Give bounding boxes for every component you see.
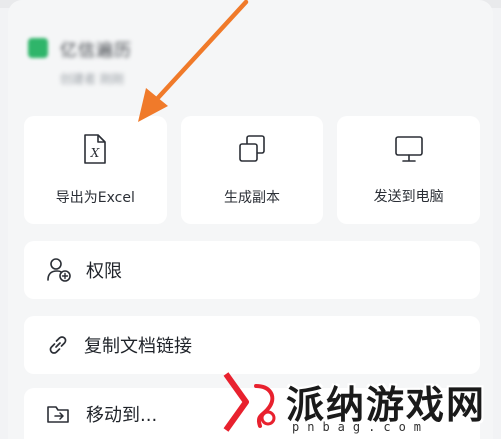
send-to-computer-label: 发送到电脑 <box>373 189 444 205</box>
monitor-icon <box>394 136 423 162</box>
file-meta: 创建者 刚刚 <box>60 72 124 86</box>
export-excel-label: 导出为Excel <box>55 190 135 206</box>
copy-link-item[interactable]: 复制文档链接 <box>24 316 480 374</box>
quick-actions: X 导出为Excel 生成副本 发送到电脑 <box>24 116 481 224</box>
move-to-item[interactable]: 移动到... <box>24 388 480 439</box>
duplicate-button[interactable]: 生成副本 <box>180 116 324 224</box>
permissions-label: 权限 <box>86 261 122 282</box>
duplicate-icon <box>239 135 265 162</box>
folder-move-icon <box>47 405 69 423</box>
svg-text:X: X <box>90 146 100 160</box>
link-icon <box>49 336 67 354</box>
sheet-file-icon <box>28 38 48 58</box>
send-to-computer-button[interactable]: 发送到电脑 <box>337 116 481 224</box>
export-excel-button[interactable]: X 导出为Excel <box>24 116 167 224</box>
file-name: 亿信遍历 <box>60 41 132 61</box>
permissions-item[interactable]: 权限 <box>24 241 480 299</box>
excel-file-icon: X <box>84 134 107 164</box>
move-to-label: 移动到... <box>86 404 158 426</box>
user-add-icon <box>47 258 71 282</box>
duplicate-label: 生成副本 <box>224 190 280 206</box>
copy-link-label: 复制文档链接 <box>84 336 192 357</box>
file-header: 亿信遍历 创建者 刚刚 <box>24 28 324 98</box>
